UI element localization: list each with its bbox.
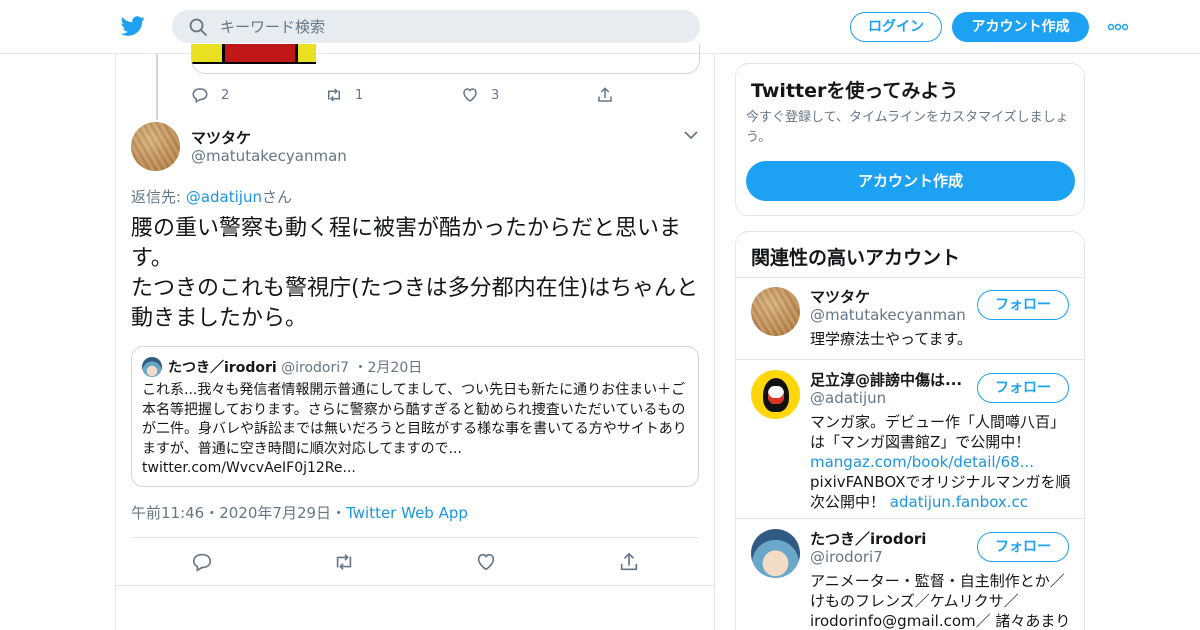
related-accounts-title: 関連性の高いアカウント	[751, 247, 961, 269]
like-count: 3	[491, 87, 500, 103]
follow-button[interactable]: フォロー	[977, 373, 1069, 403]
previous-tweet-image	[192, 44, 316, 64]
search-icon	[189, 18, 207, 36]
reply-to-line: 返信先: @adatijunさん	[131, 186, 292, 207]
quoted-tweet-body: これ系...我々も発信者情報開示普通にしてまして、つい先日も新たに通りお住まい＋…	[142, 382, 687, 457]
reply-icon	[192, 88, 208, 104]
tweet-actions	[191, 551, 671, 573]
tweet-text-line: 腰の重い警察も動く程に被害が酷かったからだと思います。	[131, 216, 682, 271]
related-account-item[interactable]: たつき／irodori @irodori7 フォロー アニメーター・監督・自主制…	[736, 519, 1084, 630]
tweet-date: 2020年7月29日	[219, 504, 332, 522]
divider	[131, 537, 699, 538]
twitter-logo-icon[interactable]	[120, 14, 146, 38]
account-handle: @adatijun	[810, 389, 887, 407]
account-bio: マンガ家。デビュー作「人間噂八百」は「マンガ図書館Z」で公開中！ mangaz.…	[810, 412, 1072, 512]
tweet-text-line: たつきのこれも警視庁(たつきは多分都内在住)はちゃんと動きましたから。	[131, 276, 699, 331]
signup-button[interactable]: アカウント作成	[952, 12, 1089, 42]
tweet-author-handle[interactable]: @matutakecyanman	[191, 147, 347, 165]
share-icon	[598, 87, 612, 102]
quoted-tweet-date: 2月20日	[367, 360, 423, 376]
share-icon[interactable]	[618, 551, 640, 573]
dot-separator: ・	[204, 504, 220, 522]
related-account-item[interactable]: 足立淳@誹謗中傷は... @adatijun フォロー マンガ家。デビュー作「人…	[736, 360, 1084, 518]
account-bio-text: マンガ家。デビュー作「人間噂八百」は「マンガ図書館Z」で公開中！	[810, 413, 1066, 451]
more-options-icon[interactable]	[1107, 22, 1129, 32]
thread-connector	[156, 54, 158, 120]
quoted-tweet[interactable]: たつき／irodori @irodori7 ・2月20日 これ系...我々も発信…	[131, 346, 699, 487]
related-account-item[interactable]: マツタケ @matutakecyanman フォロー 理学療法士やってます。	[736, 277, 1084, 359]
quoted-author-handle: @irodori7	[281, 360, 350, 376]
search-box[interactable]	[172, 10, 700, 43]
account-bio-link[interactable]: adatijun.fanbox.cc	[890, 493, 1028, 511]
signup-card-button[interactable]: アカウント作成	[746, 161, 1075, 201]
account-bio-link[interactable]: mangaz.com/book/detail/68...	[810, 453, 1034, 471]
login-button[interactable]: ログイン	[850, 12, 942, 42]
quoted-author-avatar	[142, 357, 162, 377]
account-bio: アニメーター・監督・自主制作とか／けものフレンズ／ケムリクサ／irodorinf…	[810, 572, 1071, 630]
account-handle: @matutakecyanman	[810, 306, 966, 324]
retweet-action[interactable]: 1	[325, 84, 363, 106]
reply-to-handle[interactable]: @adatijun	[186, 188, 262, 206]
signup-card: Twitterを使ってみよう 今すぐ登録して、タイムラインをカスタマイズしましょ…	[735, 63, 1085, 216]
quoted-author-name: たつき／irodori	[168, 360, 277, 376]
account-avatar[interactable]	[751, 529, 800, 578]
reply-to-prefix: 返信先:	[131, 188, 186, 206]
retweet-icon	[328, 88, 340, 102]
reply-to-suffix: さん	[261, 188, 292, 206]
previous-tweet-media[interactable]	[191, 44, 700, 74]
search-input[interactable]	[220, 10, 680, 43]
divider	[116, 585, 714, 586]
account-avatar[interactable]	[751, 370, 800, 419]
account-name[interactable]: たつき／irodori	[810, 528, 970, 549]
chevron-down-icon[interactable]	[683, 129, 699, 141]
tweet-author-avatar[interactable]	[131, 122, 180, 171]
follow-button[interactable]: フォロー	[977, 532, 1069, 562]
heart-icon[interactable]	[475, 551, 497, 573]
reply-action[interactable]: 2	[191, 84, 229, 106]
reply-count: 2	[221, 87, 230, 103]
related-accounts-card: 関連性の高いアカウント マツタケ @matutakecyanman フォロー 理…	[735, 231, 1085, 630]
account-bio: 理学療法士やってます。	[810, 330, 973, 348]
reply-icon[interactable]	[191, 551, 213, 573]
account-name[interactable]: マツタケ	[810, 286, 970, 307]
quoted-tweet-link: twitter.com/WvcvAeIF0j12Re...	[142, 460, 356, 476]
share-action[interactable]	[596, 84, 614, 106]
account-avatar[interactable]	[751, 287, 800, 336]
quoted-tweet-text: これ系...我々も発信者情報開示普通にしてまして、つい先日も新たに通りお住まい＋…	[142, 381, 692, 479]
account-handle: @irodori7	[810, 548, 883, 566]
like-action[interactable]: 3	[461, 84, 499, 106]
signup-card-description: 今すぐ登録して、タイムラインをカスタマイズしましょう。	[746, 110, 1069, 145]
retweet-count: 1	[355, 87, 364, 103]
previous-tweet-actions: 2 1 3	[191, 84, 631, 106]
quoted-tweet-header: たつき／irodori @irodori7 ・2月20日	[168, 357, 422, 377]
tweet-text: 腰の重い警察も動く程に被害が酷かったからだと思います。 たつきのこれも警視庁(た…	[131, 214, 703, 334]
tweet-author-name[interactable]: マツタケ	[191, 127, 251, 148]
tweet-column: 2 1 3 マツタケ @matutakecyanman 返信先: @adatij…	[115, 44, 715, 630]
tweet-time: 午前11:46	[131, 504, 205, 522]
tweet-metadata: 午前11:46・2020年7月29日・Twitter Web App	[131, 502, 468, 523]
retweet-icon[interactable]	[333, 551, 355, 573]
follow-button[interactable]: フォロー	[977, 290, 1069, 320]
tweet-source-link[interactable]: Twitter Web App	[346, 504, 468, 522]
account-name[interactable]: 足立淳@誹謗中傷は...	[810, 369, 970, 390]
dot-separator: ・	[331, 504, 347, 522]
dot-separator: ・	[353, 360, 368, 376]
heart-icon	[463, 88, 477, 102]
signup-card-title: Twitterを使ってみよう	[751, 80, 959, 102]
